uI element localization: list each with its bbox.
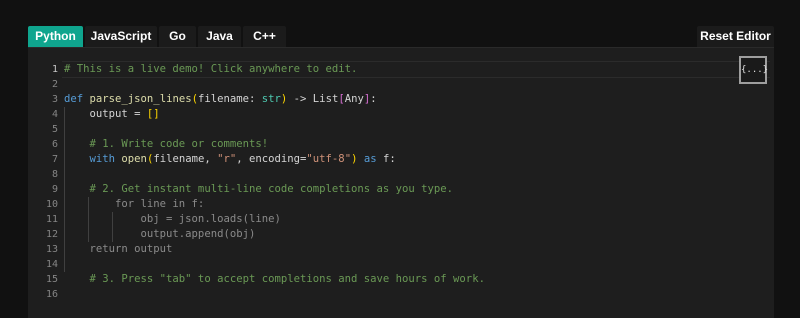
code-editor[interactable]: 1 2 3 4 5 6 7 8 9 10 11 12 13 14 15 16 # This is a live… <box>28 47 774 318</box>
line-number: 3 <box>51 94 58 105</box>
tab-go[interactable]: Go <box>159 26 196 47</box>
code-token: [] <box>146 108 160 120</box>
code-token: # 2. Get instant multi-line code complet… <box>64 183 454 195</box>
code-line[interactable]: return output <box>64 242 173 257</box>
line-number: 13 <box>45 244 58 255</box>
code-line[interactable]: with open(filename, "r", encoding="utf-8… <box>64 152 396 167</box>
line-number: 10 <box>45 199 58 210</box>
code-token: -> List <box>287 93 339 105</box>
code-token: filename, <box>153 153 218 165</box>
reset-editor-button[interactable]: Reset Editor <box>697 26 774 47</box>
line-number: 15 <box>45 274 58 285</box>
code-line[interactable]: obj = json.loads(line) <box>64 212 281 227</box>
code-token: str <box>261 93 281 105</box>
code-token: as <box>363 153 377 165</box>
code-line[interactable]: # 2. Get instant multi-line code complet… <box>64 182 454 197</box>
code-token: parse_json_lines <box>89 93 192 105</box>
code-line[interactable]: # 1. Write code or comments! <box>64 137 269 152</box>
tab-cpp[interactable]: C++ <box>243 26 286 47</box>
code-token: , encoding= <box>236 153 307 165</box>
code-token: filename: <box>197 93 262 105</box>
code-token: open <box>121 153 147 165</box>
code-token: # 3. Press "tab" to accept completions a… <box>64 273 485 285</box>
line-number: 11 <box>45 214 58 225</box>
line-number: 14 <box>45 259 58 270</box>
tab-javascript[interactable]: JavaScript <box>85 26 157 47</box>
format-code-icon: {...} <box>741 65 769 75</box>
code-token: output = <box>64 108 147 120</box>
code-token: output.append(obj) <box>64 228 256 240</box>
code-token: def <box>64 93 84 105</box>
code-token: with <box>89 153 116 165</box>
indent-guide <box>64 107 65 137</box>
indent-guide <box>64 137 65 272</box>
code-line[interactable]: # This is a live demo! Click anywhere to… <box>64 62 357 77</box>
code-line[interactable]: output.append(obj) <box>64 227 256 242</box>
line-number: 6 <box>51 139 58 150</box>
language-tab-bar: Python JavaScript Go Java C++ Reset Edit… <box>0 0 800 48</box>
tab-java[interactable]: Java <box>198 26 241 47</box>
format-code-button[interactable]: {...} <box>739 56 769 84</box>
line-number: 1 <box>51 64 58 75</box>
line-number: 8 <box>51 169 58 180</box>
tab-python[interactable]: Python <box>28 26 83 47</box>
code-token: "utf-8" <box>306 153 352 165</box>
code-token: "r" <box>217 153 237 165</box>
line-number: 4 <box>51 109 58 120</box>
indent-guide <box>88 197 89 242</box>
code-token: return output <box>64 243 173 255</box>
line-number: 7 <box>51 154 58 165</box>
line-number: 2 <box>51 79 58 90</box>
line-number: 9 <box>51 184 58 195</box>
line-number: 5 <box>51 124 58 135</box>
code-token: : <box>370 93 377 105</box>
code-token: obj = json.loads(line) <box>64 213 281 225</box>
code-token: # 1. Write code or comments! <box>64 138 269 150</box>
code-line[interactable]: for line in f: <box>64 197 204 212</box>
code-line[interactable]: def parse_json_lines(filename: str) -> L… <box>64 92 377 107</box>
code-token: f: <box>376 153 396 165</box>
indent-guide <box>112 212 113 242</box>
code-token: # This is a live demo! Click anywhere to… <box>64 63 358 75</box>
code-line[interactable]: # 3. Press "tab" to accept completions a… <box>64 272 485 287</box>
editor-top-border <box>28 47 774 48</box>
line-number: 12 <box>45 229 58 240</box>
code-line[interactable]: output = [] <box>64 107 160 122</box>
line-number: 16 <box>45 289 58 300</box>
code-token: for line in f: <box>64 198 205 210</box>
code-token: Any <box>344 93 364 105</box>
